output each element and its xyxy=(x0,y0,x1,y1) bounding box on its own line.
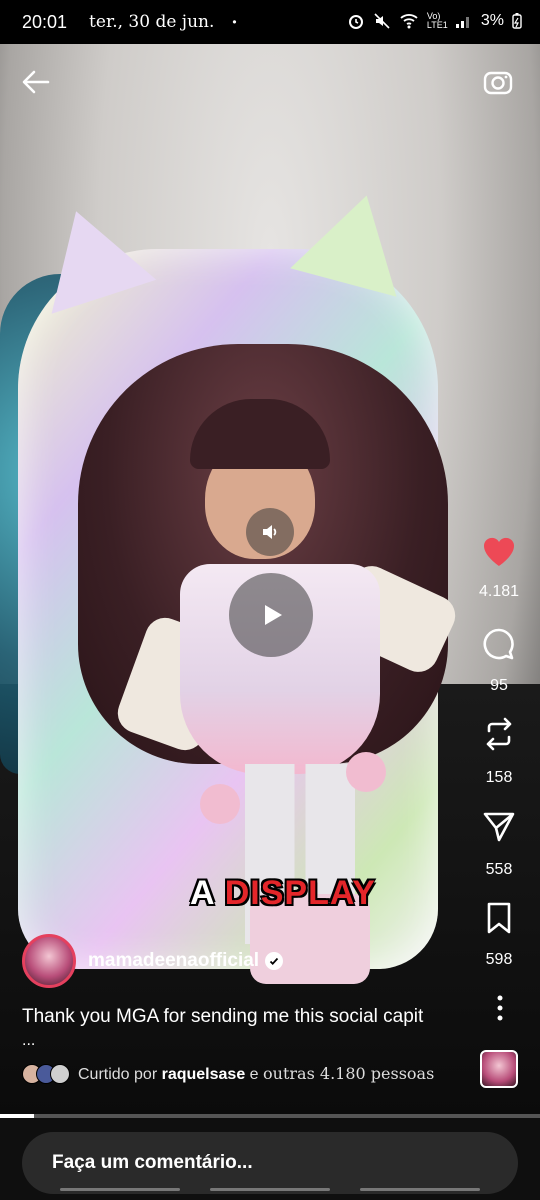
status-dot: • xyxy=(232,15,237,29)
caption-more[interactable]: ... xyxy=(22,1032,35,1050)
comment-placeholder: Faça um comentário... xyxy=(52,1152,253,1173)
repost-action[interactable]: 158 xyxy=(476,716,522,787)
post-caption[interactable]: Thank you MGA for sending me this social… xyxy=(22,1006,472,1028)
send-icon xyxy=(483,812,515,842)
save-count: 598 xyxy=(485,951,513,968)
sound-toggle-button[interactable] xyxy=(246,508,294,556)
wifi-icon xyxy=(400,14,418,29)
save-action[interactable]: 598 xyxy=(476,900,522,969)
like-count: 4.181 xyxy=(478,583,520,600)
repost-count: 158 xyxy=(485,769,513,786)
bookmark-icon xyxy=(487,902,511,934)
status-icons: Vo) LTE1 3% xyxy=(347,12,522,30)
author-row[interactable]: mamadeenaofficial xyxy=(22,934,284,988)
play-icon xyxy=(265,605,282,625)
nav-handle xyxy=(210,1188,330,1191)
status-bar: 20:01 ter., 30 de jun. • Vo) LTE1 3% xyxy=(0,0,540,44)
author-username[interactable]: mamadeenaofficial xyxy=(88,950,259,972)
comment-action[interactable]: 95 xyxy=(476,626,522,695)
camera-icon[interactable] xyxy=(482,66,514,98)
speaker-icon xyxy=(263,525,277,539)
liked-by-row[interactable]: Curtido por raquelsase e outras 4.180 pe… xyxy=(22,1064,434,1084)
battery-icon xyxy=(512,13,522,29)
more-options-icon[interactable] xyxy=(490,994,510,1022)
nav-handle xyxy=(60,1188,180,1191)
nav-handle xyxy=(360,1188,480,1191)
share-count: 558 xyxy=(485,861,513,878)
audio-thumbnail[interactable] xyxy=(480,1050,518,1088)
comment-icon xyxy=(483,628,514,660)
status-time: 20:01 xyxy=(22,11,68,32)
signal-icon xyxy=(455,17,469,28)
network-label: Vo) LTE1 xyxy=(426,11,448,30)
video-caption-overlay: A DISPLAY xyxy=(190,874,376,913)
liked-prefix: Curtido por xyxy=(78,1066,158,1083)
comment-count: 95 xyxy=(490,677,508,694)
liked-by-text: Curtido por raquelsase e outras 4.180 pe… xyxy=(78,1064,434,1084)
like-action[interactable]: 4.181 xyxy=(476,534,522,601)
battery-percent: 3% xyxy=(480,12,504,29)
repost-icon xyxy=(486,717,512,751)
pompom-left xyxy=(200,784,240,824)
author-avatar[interactable] xyxy=(22,934,76,988)
liked-others[interactable]: outras 4.180 pessoas xyxy=(263,1064,434,1083)
overlay-word-1: A xyxy=(190,874,215,912)
liked-connector: e xyxy=(249,1066,259,1083)
liked-user[interactable]: raquelsase xyxy=(162,1066,246,1083)
back-arrow-icon[interactable] xyxy=(20,66,52,98)
liker-avatar xyxy=(50,1064,70,1084)
alarm-icon xyxy=(348,15,363,29)
overlay-word-2: DISPLAY xyxy=(224,874,376,912)
share-action[interactable]: 558 xyxy=(476,808,522,879)
heart-icon xyxy=(483,537,515,566)
play-button[interactable] xyxy=(229,573,313,657)
pompom-right xyxy=(346,752,386,792)
comment-input[interactable]: Faça um comentário... xyxy=(22,1132,518,1194)
verified-badge-icon xyxy=(265,952,284,970)
status-date: ter., 30 de jun. xyxy=(89,12,215,32)
mute-icon xyxy=(374,13,390,29)
